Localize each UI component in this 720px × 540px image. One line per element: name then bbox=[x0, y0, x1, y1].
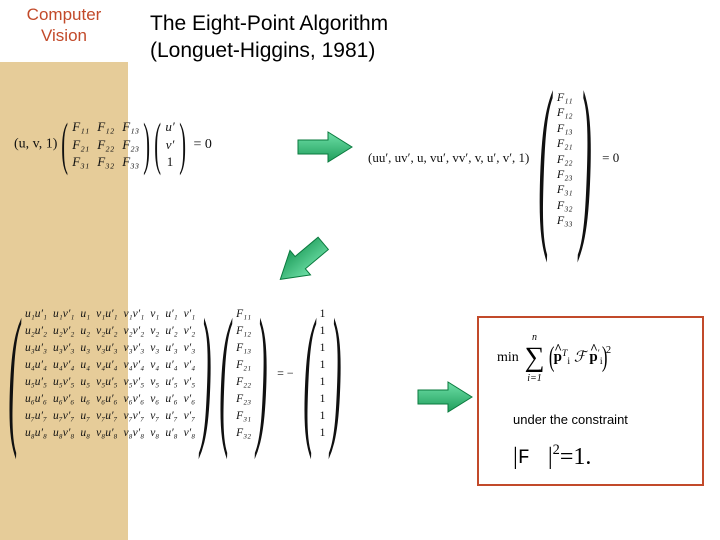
brand-line1: Computer bbox=[0, 4, 128, 25]
equation-3: ( u₁u′₁u₂u′₂u₃u′₃u₄u′₄u₅u′₅u₆u′₆u₇u′₇u₈u… bbox=[6, 306, 344, 442]
brand-title: Computer Vision bbox=[0, 4, 128, 47]
eq2-rhs: = 0 bbox=[602, 150, 619, 165]
eq1-vec: ( u′v′1 ) bbox=[154, 118, 186, 171]
eq3-ones: ( 1111 1111 ) bbox=[301, 306, 345, 442]
eq3-A-matrix: ( u₁u′₁u₂u′₂u₃u′₃u₄u′₄u₅u′₅u₆u′₆u₇u′₇u₈u… bbox=[6, 306, 214, 442]
constraint-equation: |F|2=1. bbox=[513, 442, 591, 471]
equation-2: (uu′, uv′, u, vu′, vv′, v, u′, v′, 1) ( … bbox=[368, 88, 619, 231]
eq2-fvec: ( F₁₁F₁₂F₁₃ F₂₁F₂₂F₂₃ F₃₁F₃₂F₃₃ ) bbox=[535, 88, 595, 231]
constraint-label: under the constraint bbox=[513, 412, 628, 427]
equation-1: (u, v, 1) ( F₁₁F₂₁F₃₁ F₁₂F₂₂F₃₂ F₁₃F₂₃F₃… bbox=[14, 118, 212, 171]
minimize-equation: min n ∑ i=1 (pTi ℱ p′i)2 bbox=[497, 342, 611, 374]
eq3-eq: = − bbox=[277, 366, 294, 380]
title-line1: The Eight-Point Algorithm bbox=[150, 10, 388, 37]
title-line2: (Longuet-Higgins, 1981) bbox=[150, 37, 388, 64]
eq2-rowvec: (uu′, uv′, u, vu′, vv′, v, u′, v′, 1) bbox=[368, 150, 529, 165]
arrow-right-1-icon bbox=[296, 130, 354, 164]
eq3-fvec: ( F₁₁F₁₂F₁₃F₂₁ F₂₂F₂₃F₃₁F₃₂ ) bbox=[217, 306, 270, 442]
eq1-rhs: = 0 bbox=[194, 137, 212, 152]
eq1-F-matrix: ( F₁₁F₂₁F₃₁ F₁₂F₂₂F₃₂ F₁₃F₂₃F₃₃ ) bbox=[61, 118, 151, 171]
slide-title: The Eight-Point Algorithm (Longuet-Higgi… bbox=[150, 10, 388, 65]
eq1-rowvec: (u, v, 1) bbox=[14, 137, 57, 152]
constraint-box: min n ∑ i=1 (pTi ℱ p′i)2 under the const… bbox=[477, 316, 704, 486]
arrow-right-2-icon bbox=[416, 380, 474, 414]
arrow-downleft-icon bbox=[266, 232, 336, 292]
brand-line2: Vision bbox=[0, 25, 128, 46]
